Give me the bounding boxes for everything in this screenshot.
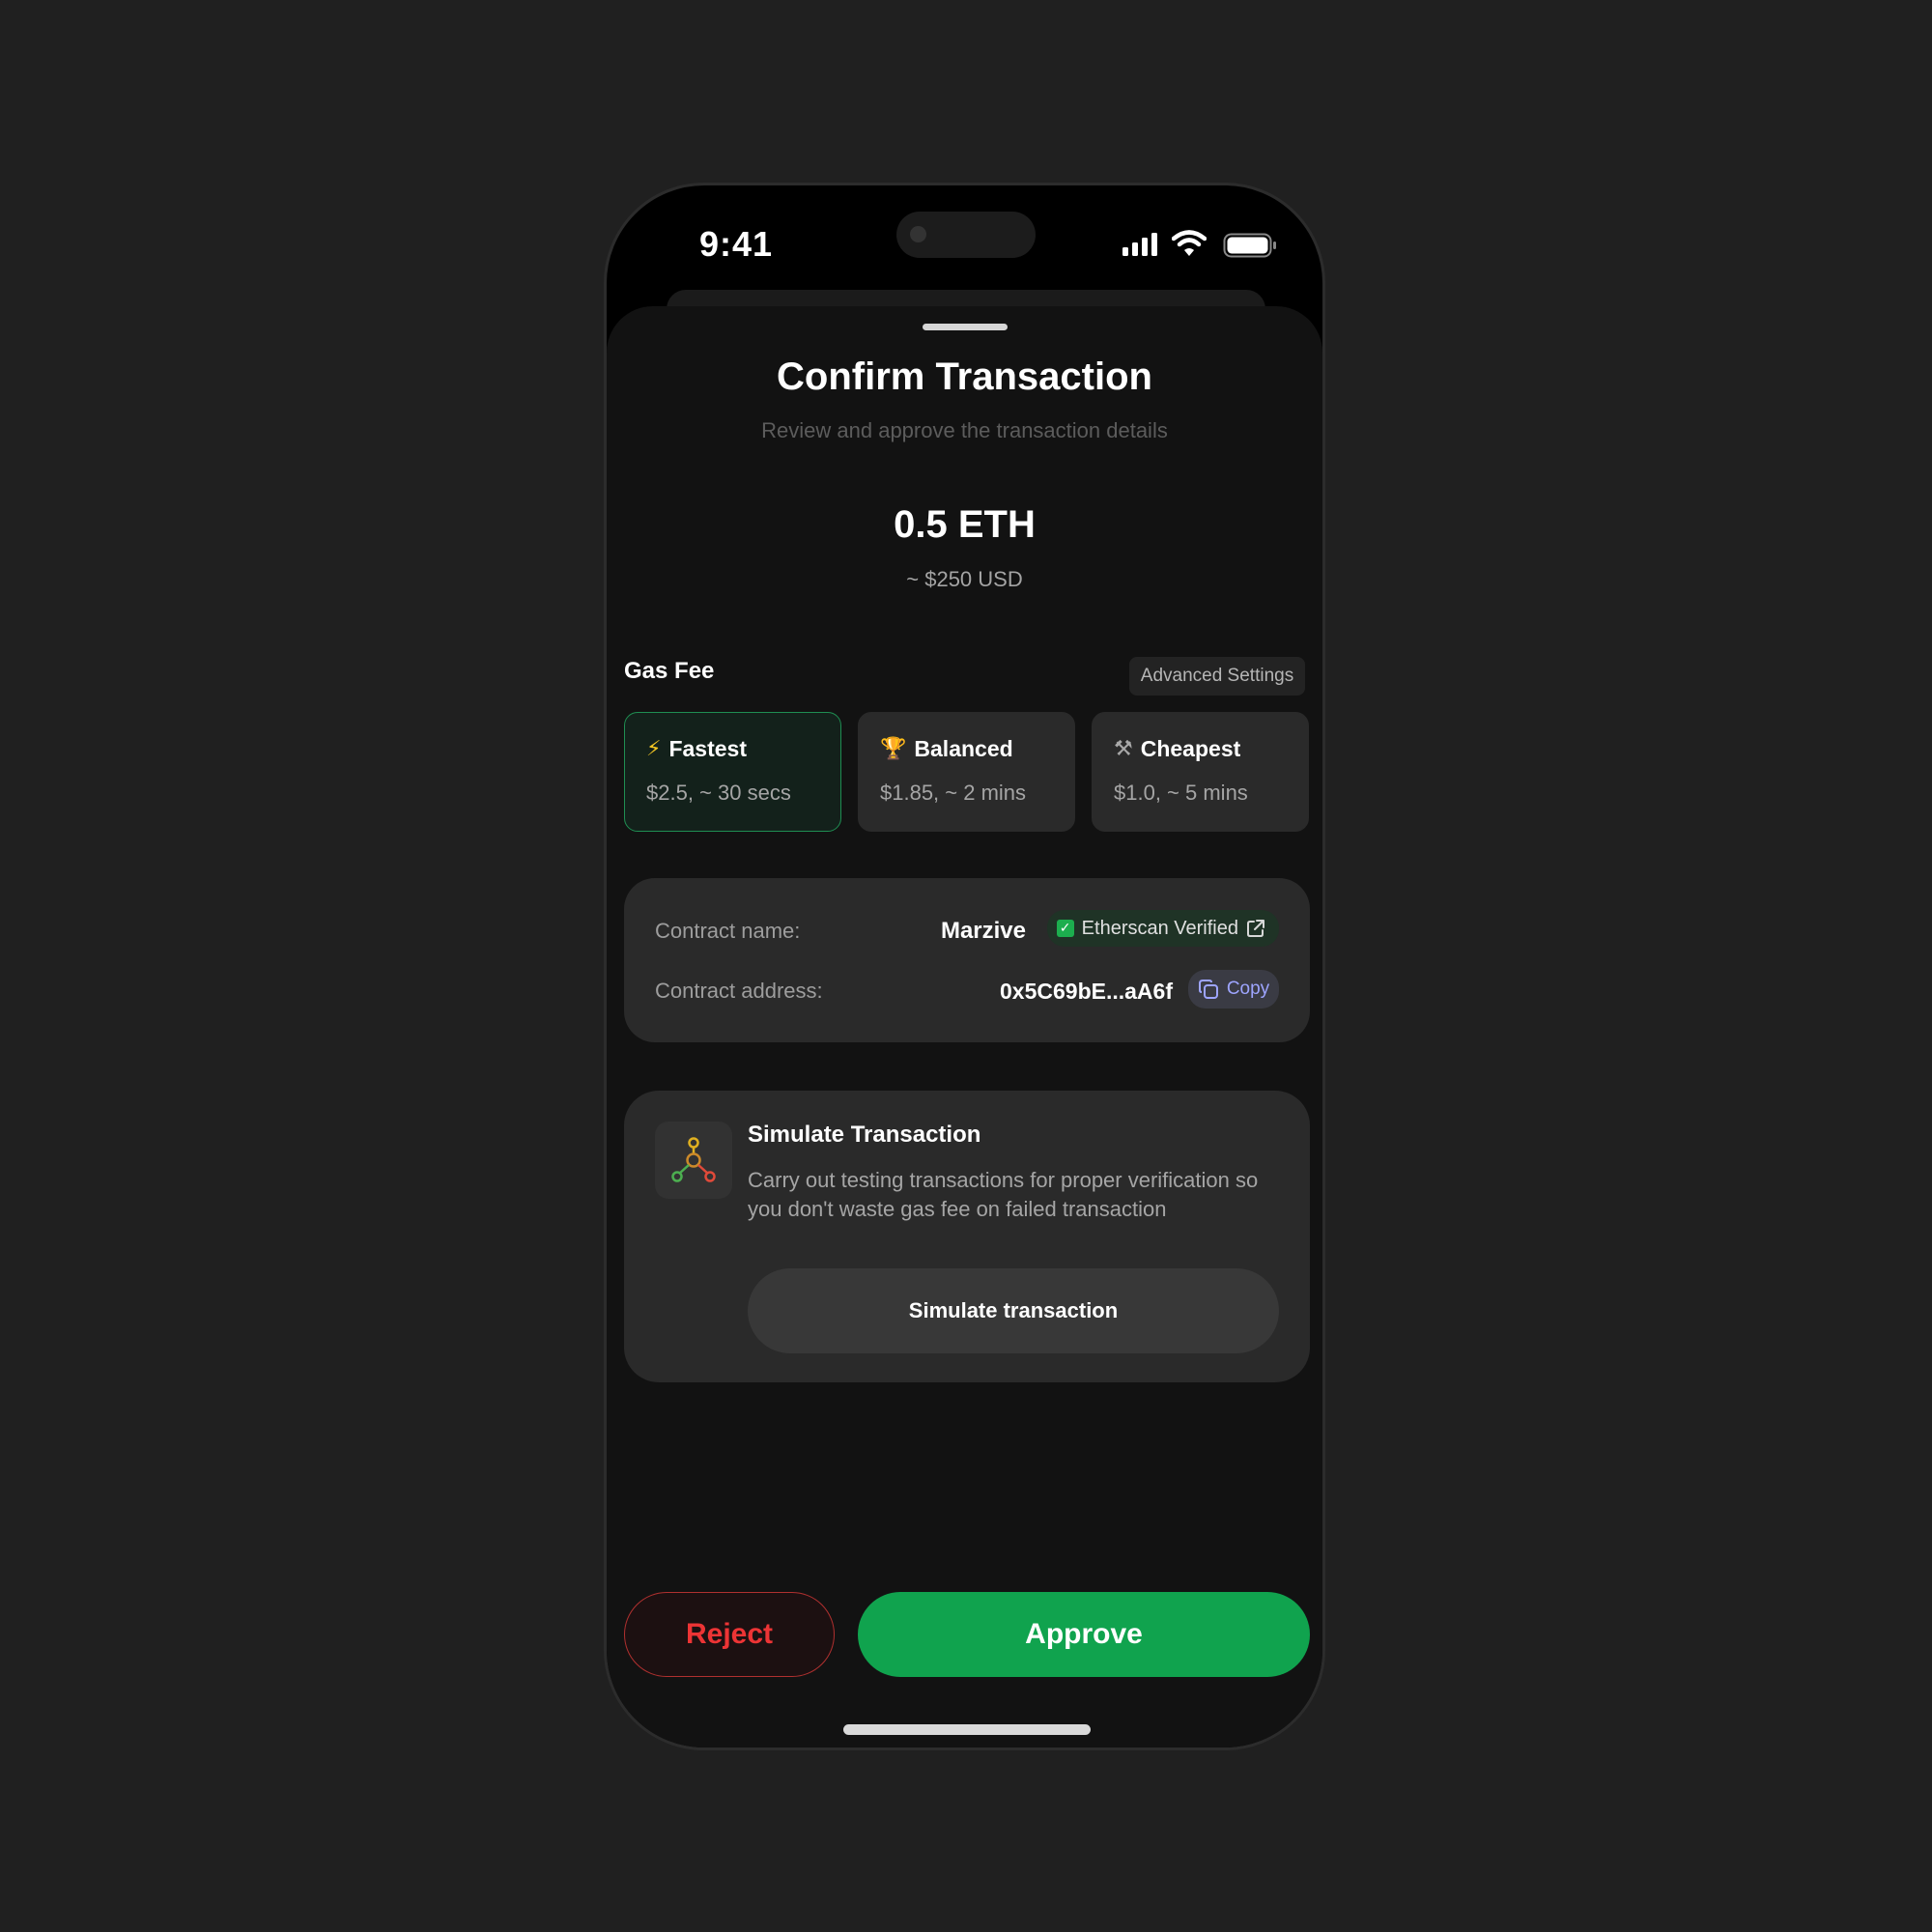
wifi-icon (1172, 230, 1207, 256)
approve-button[interactable]: Approve (858, 1592, 1310, 1677)
home-indicator[interactable] (843, 1724, 1091, 1735)
contract-name-value: Marzive (940, 918, 1026, 944)
status-time: 9:41 (699, 224, 774, 264)
confirm-transaction-sheet: Confirm Transaction Review and approve t… (607, 306, 1322, 1747)
contract-address-value: 0x5C69bE...aA6f (1000, 979, 1173, 1004)
copy-icon (1198, 980, 1218, 999)
gas-option-cheapest[interactable]: ⚒ Cheapest $1.0, ~ 5 mins (1092, 712, 1309, 832)
network-nodes-icon (671, 1137, 716, 1182)
signal-icon (1122, 233, 1157, 256)
gas-option-name: 🏆 Balanced (880, 736, 1013, 762)
gas-option-label: Fastest (668, 736, 747, 761)
gas-fee-label: Gas Fee (624, 658, 715, 684)
gas-option-label: Cheapest (1140, 736, 1241, 761)
trophy-icon: 🏆 (880, 737, 907, 761)
contract-name-label: Contract name: (655, 919, 801, 943)
copy-address-button[interactable]: Copy (1188, 970, 1279, 1009)
simulation-icon-tile (655, 1122, 732, 1199)
camera-dot (910, 226, 926, 242)
sheet-grabber[interactable] (923, 324, 1008, 330)
external-link-icon (1247, 920, 1264, 937)
verified-label: Etherscan Verified (1081, 917, 1238, 939)
gas-option-fastest[interactable]: ⚡ Fastest $2.5, ~ 30 secs (624, 712, 841, 832)
dynamic-island (896, 212, 1036, 258)
battery-icon (1223, 233, 1276, 258)
copy-label: Copy (1226, 979, 1270, 999)
simulate-description: Carry out testing transactions for prope… (748, 1168, 1259, 1221)
phone-frame: 9:41 Confirm Transaction Review and appr… (604, 183, 1325, 1750)
etherscan-verified-badge[interactable]: ✓ Etherscan Verified (1046, 910, 1279, 947)
sheet-title: Confirm Transaction (777, 355, 1152, 398)
status-bar: 9:41 (607, 185, 1322, 292)
gas-option-price: $2.5, ~ 30 secs (646, 781, 791, 805)
simulate-title: Simulate Transaction (748, 1122, 981, 1148)
lightning-icon: ⚡ (646, 737, 662, 761)
contract-details-card: Contract name: Marzive ✓ Etherscan Verif… (624, 878, 1310, 1042)
check-icon: ✓ (1056, 920, 1074, 937)
gas-option-price: $1.0, ~ 5 mins (1114, 781, 1248, 805)
sheet-subtitle: Review and approve the transaction detai… (761, 418, 1168, 442)
simulate-transaction-button[interactable]: Simulate transaction (748, 1268, 1279, 1353)
hammer-pick-icon: ⚒ (1114, 737, 1133, 761)
gas-option-name: ⚡ Fastest (646, 736, 747, 762)
gas-option-name: ⚒ Cheapest (1114, 736, 1240, 762)
contract-address-label: Contract address: (655, 979, 823, 1003)
reject-button[interactable]: Reject (624, 1592, 835, 1677)
gas-option-price: $1.85, ~ 2 mins (880, 781, 1027, 805)
transaction-fiat-value: ~ $250 USD (906, 567, 1023, 591)
gas-option-label: Balanced (914, 736, 1013, 761)
advanced-settings-button[interactable]: Advanced Settings (1129, 657, 1305, 696)
gas-option-balanced[interactable]: 🏆 Balanced $1.85, ~ 2 mins (858, 712, 1075, 832)
transaction-amount: 0.5 ETH (894, 503, 1036, 546)
simulate-transaction-card: Simulate Transaction Carry out testing t… (624, 1091, 1310, 1382)
